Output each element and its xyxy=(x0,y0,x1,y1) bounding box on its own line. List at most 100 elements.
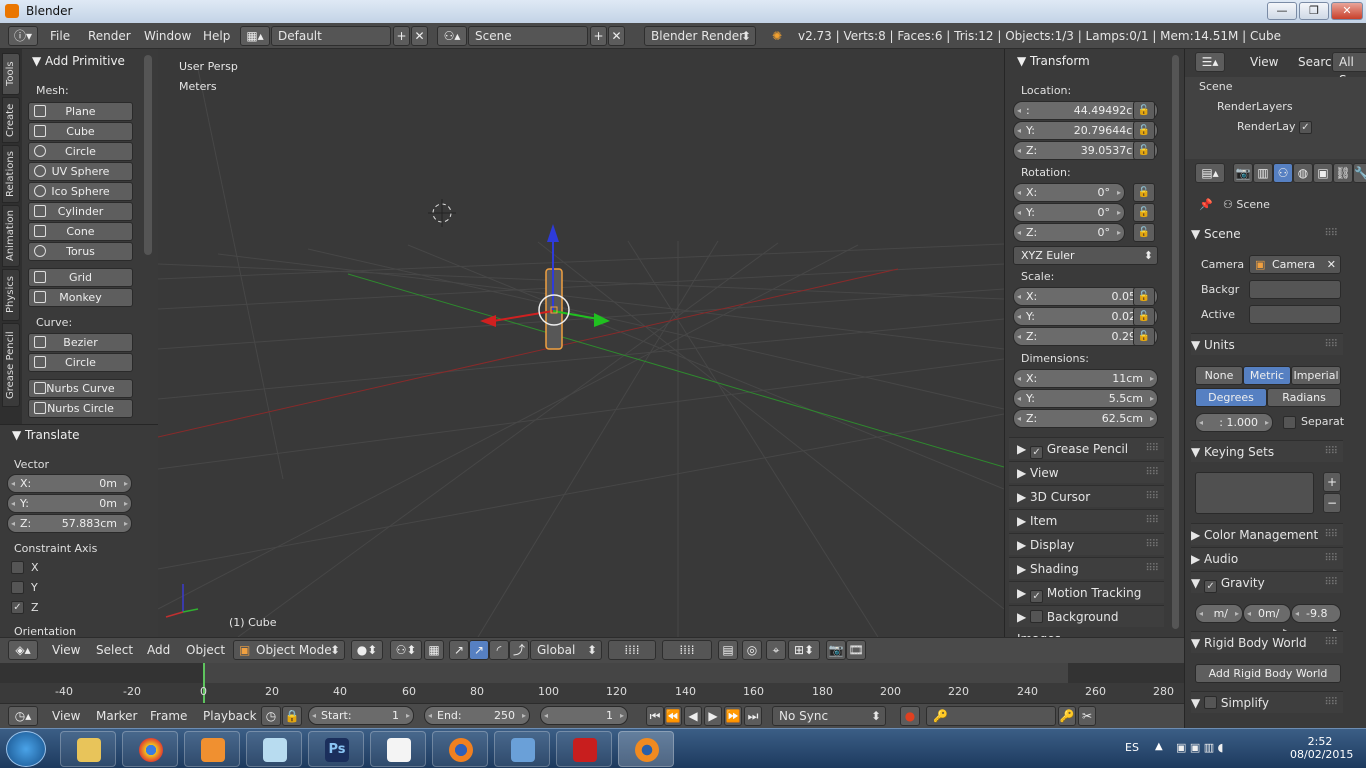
timeline-menu-view[interactable]: View xyxy=(52,706,80,726)
world-context-icon[interactable]: ◍ xyxy=(1293,163,1313,183)
start-button[interactable] xyxy=(6,731,46,767)
audio-section[interactable]: ▶ Audio ⠿⠿ xyxy=(1191,547,1343,569)
layers-grid-1-icon[interactable]: ⁞⁞⁞⁞ xyxy=(608,640,656,660)
gravity-x-field[interactable]: m/ xyxy=(1195,604,1243,623)
keying-sets-section-header[interactable]: ▼ Keying Sets ⠿⠿ xyxy=(1191,440,1343,462)
snap-toggle-icon[interactable]: ⌖ xyxy=(766,640,786,660)
opengl-render-icon[interactable]: 📷 xyxy=(826,640,846,660)
unit-scale-field[interactable]: : 1.000 xyxy=(1195,413,1273,432)
snap-element-icon[interactable]: ⊞⬍ xyxy=(788,640,820,660)
constraint-y-checkbox[interactable] xyxy=(11,581,24,594)
tab-animation[interactable]: Animation xyxy=(2,205,20,267)
tool-shelf-scrollbar[interactable] xyxy=(144,55,152,255)
active-field[interactable] xyxy=(1249,305,1341,324)
properties-editor-icon[interactable]: ▤▴ xyxy=(1195,163,1225,183)
constraint-z-checkbox[interactable]: ✓ xyxy=(11,601,24,614)
section-shading[interactable]: ▶ Shading ⠿⠿ xyxy=(1009,557,1164,579)
timeline-editor-icon[interactable]: ◷▴ xyxy=(8,706,38,726)
jump-keyframe-forward-icon[interactable]: ⏩ xyxy=(724,706,742,726)
rotation-y-field[interactable]: Y: 0° xyxy=(1013,203,1125,222)
scene-context-icon[interactable]: ⚇ xyxy=(1273,163,1293,183)
scene-section-header[interactable]: ▼ Scene ⠿⠿ xyxy=(1191,223,1343,245)
lock-layer-icon[interactable]: ▤ xyxy=(718,640,738,660)
lock-icon[interactable]: 🔓 xyxy=(1133,183,1155,202)
timeline-menu-frame[interactable]: Frame xyxy=(150,706,187,726)
screen-layout-field[interactable]: Default xyxy=(271,26,391,46)
degrees-button[interactable]: Degrees xyxy=(1195,388,1267,407)
taskbar-firefox[interactable] xyxy=(432,731,488,767)
object-context-icon[interactable]: ▣ xyxy=(1313,163,1333,183)
close-button[interactable]: ✕ xyxy=(1331,2,1363,20)
add-torus-button[interactable]: Torus xyxy=(28,242,133,261)
menu-help[interactable]: Help xyxy=(203,26,230,46)
record-icon[interactable]: ● xyxy=(900,706,920,726)
units-imperial-button[interactable]: Imperial xyxy=(1291,366,1341,385)
lock-icon[interactable]: 🔓 xyxy=(1133,327,1155,346)
lock-icon[interactable]: 🔓 xyxy=(1133,223,1155,242)
language-indicator[interactable]: ES xyxy=(1125,741,1139,754)
taskbar-photoshop[interactable]: Ps xyxy=(308,731,364,767)
taskbar-photos[interactable] xyxy=(494,731,550,767)
end-frame-field[interactable]: End: 250 xyxy=(424,706,530,725)
rotation-mode-select[interactable]: XYZ Euler ⬍ xyxy=(1013,246,1158,265)
outliner-view-menu[interactable]: View xyxy=(1250,52,1278,72)
clock[interactable]: 2:52 08/02/2015 xyxy=(1290,735,1353,761)
render-context-icon[interactable]: 📷 xyxy=(1233,163,1253,183)
timeline-menu-marker[interactable]: Marker xyxy=(96,706,137,726)
rotation-z-field[interactable]: Z: 0° xyxy=(1013,223,1125,242)
jump-keyframe-back-icon[interactable]: ⏪ xyxy=(664,706,682,726)
translate-x-field[interactable]: X: 0m xyxy=(7,474,132,493)
add-nurbs-curve-button[interactable]: Nurbs Curve xyxy=(28,379,133,398)
add-curve-circle-button[interactable]: Circle xyxy=(28,353,133,372)
simplify-checkbox[interactable] xyxy=(1204,696,1218,709)
pivot-point-icon[interactable]: ⚇⬍ xyxy=(390,640,422,660)
transform-header[interactable]: ▼ Transform xyxy=(1017,52,1090,70)
camera-field[interactable]: ▣ Camera ✕ xyxy=(1249,255,1341,274)
section-view[interactable]: ▶ View ⠿⠿ xyxy=(1009,461,1164,483)
3d-view-editor-icon[interactable]: ◈▴ xyxy=(8,640,38,660)
3d-viewport[interactable]: User Persp Meters (1) Cube xyxy=(158,49,1004,637)
menu-window[interactable]: Window xyxy=(144,26,191,46)
jump-end-icon[interactable]: ⏭ xyxy=(744,706,762,726)
units-metric-button[interactable]: Metric xyxy=(1243,366,1291,385)
gravity-checkbox[interactable]: ✓ xyxy=(1204,580,1218,593)
separate-units-checkbox[interactable] xyxy=(1283,416,1296,429)
units-none-button[interactable]: None xyxy=(1195,366,1243,385)
add-keying-set-icon[interactable]: + xyxy=(1323,472,1341,492)
dimension-z-field[interactable]: Z: 62.5cm xyxy=(1013,409,1158,428)
lock-icon[interactable]: 🔓 xyxy=(1133,141,1155,160)
menu-file[interactable]: File xyxy=(50,26,70,46)
translate-header[interactable]: ▼ Translate xyxy=(12,426,80,444)
info-editor-icon[interactable]: ⓘ▾ xyxy=(8,26,38,46)
add-bezier-button[interactable]: Bezier xyxy=(28,333,133,352)
gravity-z-field[interactable]: -9.8 xyxy=(1291,604,1341,639)
add-layout-icon[interactable]: + xyxy=(393,26,410,46)
transform-orientation-select[interactable]: Global ⬍ xyxy=(530,640,602,660)
tab-relations[interactable]: Relations xyxy=(2,145,20,203)
manipulator-extra-icon[interactable]: ⤴ xyxy=(509,640,529,660)
tray-arrow-icon[interactable]: ▲ xyxy=(1155,741,1163,752)
translate-manipulator-icon[interactable]: ↗ xyxy=(449,640,469,660)
lock-time-icon[interactable]: 🔒 xyxy=(282,706,302,726)
layers-grid-2-icon[interactable]: ⁞⁞⁞⁞ xyxy=(662,640,712,660)
outliner-filter-select[interactable]: All Sce xyxy=(1332,52,1366,87)
translate-y-field[interactable]: Y: 0m xyxy=(7,494,132,513)
view3d-menu-view[interactable]: View xyxy=(52,640,80,660)
dimension-x-field[interactable]: X: 11cm xyxy=(1013,369,1158,388)
add-primitive-header[interactable]: ▼ Add Primitive xyxy=(32,52,125,70)
outliner-editor-icon[interactable]: ☰▴ xyxy=(1195,52,1225,72)
grease-pencil-checkbox[interactable]: ✓ xyxy=(1030,446,1044,459)
tab-create[interactable]: Create xyxy=(2,97,20,143)
add-circle-button[interactable]: Circle xyxy=(28,142,133,161)
translate-z-field[interactable]: Z: 57.883cm xyxy=(7,514,132,533)
outliner-renderlay-row[interactable]: RenderLay xyxy=(1237,119,1296,135)
keying-sets-list[interactable] xyxy=(1195,472,1314,514)
view3d-menu-add[interactable]: Add xyxy=(147,640,170,660)
lock-icon[interactable]: 🔓 xyxy=(1133,287,1155,306)
lock-icon[interactable]: 🔓 xyxy=(1133,101,1155,120)
interaction-mode-select[interactable]: ▣ Object Mode ⬍ xyxy=(233,640,345,660)
insert-keyframe-icon[interactable]: 🔑 xyxy=(1058,706,1076,726)
taskbar-explorer[interactable] xyxy=(60,731,116,767)
gravity-y-field[interactable]: 0m/ xyxy=(1243,604,1291,639)
modifiers-context-icon[interactable]: 🔧 xyxy=(1353,163,1366,183)
